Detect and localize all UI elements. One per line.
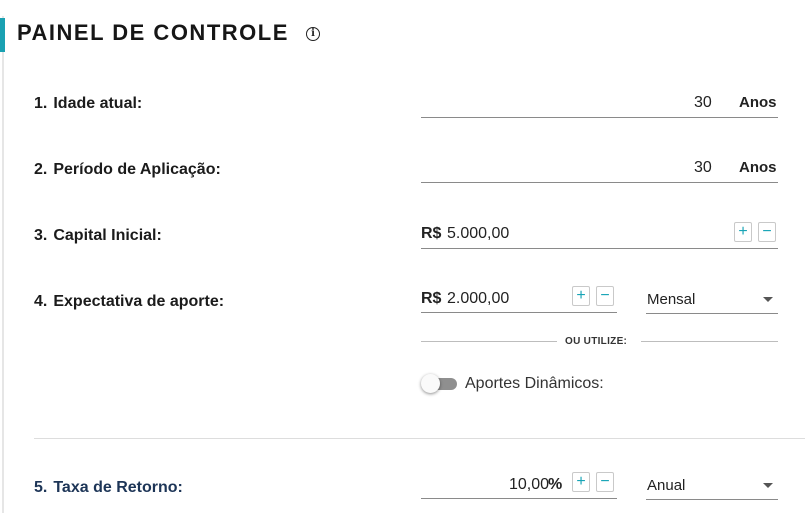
contribution-plus-button[interactable]: +	[572, 286, 590, 306]
rate-label: 5. Taxa de Retorno:	[34, 479, 183, 497]
period-label: 2. Período de Aplicação:	[34, 161, 221, 179]
rate-period-select[interactable]: Anual	[647, 477, 685, 494]
or-text: OU UTILIZE:	[565, 336, 628, 347]
title-accent-bar	[0, 18, 5, 52]
capital-minus-button[interactable]: −	[758, 222, 776, 242]
rate-input-underline	[421, 498, 617, 499]
contribution-input-underline	[421, 312, 617, 313]
rate-input[interactable]: 10,00	[509, 476, 549, 494]
rate-plus-button[interactable]: +	[572, 472, 590, 492]
rate-percent-suffix: %	[548, 476, 563, 493]
contribution-minus-button[interactable]: −	[596, 286, 614, 306]
period-number: 2.	[34, 161, 48, 178]
rate-number: 5.	[34, 479, 48, 496]
page-title: PAINEL DE CONTROLE	[17, 20, 289, 45]
capital-label-text: Capital Inicial:	[53, 227, 162, 244]
period-label-text: Período de Aplicação:	[53, 161, 221, 178]
panel-left-border	[2, 16, 4, 513]
contribution-label: 4. Expectativa de aporte:	[34, 293, 224, 311]
rate-period-underline	[646, 499, 778, 500]
section-divider	[34, 438, 805, 439]
contribution-input[interactable]: 2.000,00	[447, 290, 509, 308]
or-divider-right	[641, 341, 778, 342]
contribution-number: 4.	[34, 293, 48, 310]
capital-label: 3. Capital Inicial:	[34, 227, 162, 245]
capital-plus-button[interactable]: +	[734, 222, 752, 242]
period-input-underline	[421, 182, 778, 183]
age-input-underline	[421, 117, 778, 118]
contribution-frequency-select[interactable]: Mensal	[647, 291, 695, 308]
capital-input-underline	[421, 248, 778, 249]
chevron-down-icon[interactable]	[763, 297, 773, 302]
age-input[interactable]: 30	[694, 94, 712, 112]
period-input[interactable]: 30	[694, 159, 712, 177]
period-unit: Anos	[739, 159, 777, 176]
age-number: 1.	[34, 95, 48, 112]
chevron-down-icon[interactable]	[763, 483, 773, 488]
age-label-text: Idade atual:	[53, 95, 143, 112]
age-label: 1. Idade atual:	[34, 95, 142, 113]
or-divider-left	[421, 341, 557, 342]
contribution-currency: R$	[421, 290, 442, 307]
dynamic-contributions-label: Aportes Dinâmicos:	[465, 375, 604, 392]
capital-input[interactable]: 5.000,00	[447, 225, 509, 243]
frequency-select-underline	[646, 313, 778, 314]
contribution-label-text: Expectativa de aporte:	[53, 293, 225, 310]
info-icon[interactable]: i	[306, 27, 320, 41]
rate-label-text: Taxa de Retorno:	[53, 479, 183, 496]
control-panel: PAINEL DE CONTROLE i 1. Idade atual: 30 A…	[0, 0, 805, 513]
toggle-knob[interactable]	[421, 374, 440, 393]
rate-minus-button[interactable]: −	[596, 472, 614, 492]
age-unit: Anos	[739, 94, 777, 111]
capital-number: 3.	[34, 227, 48, 244]
capital-currency: R$	[421, 225, 442, 242]
